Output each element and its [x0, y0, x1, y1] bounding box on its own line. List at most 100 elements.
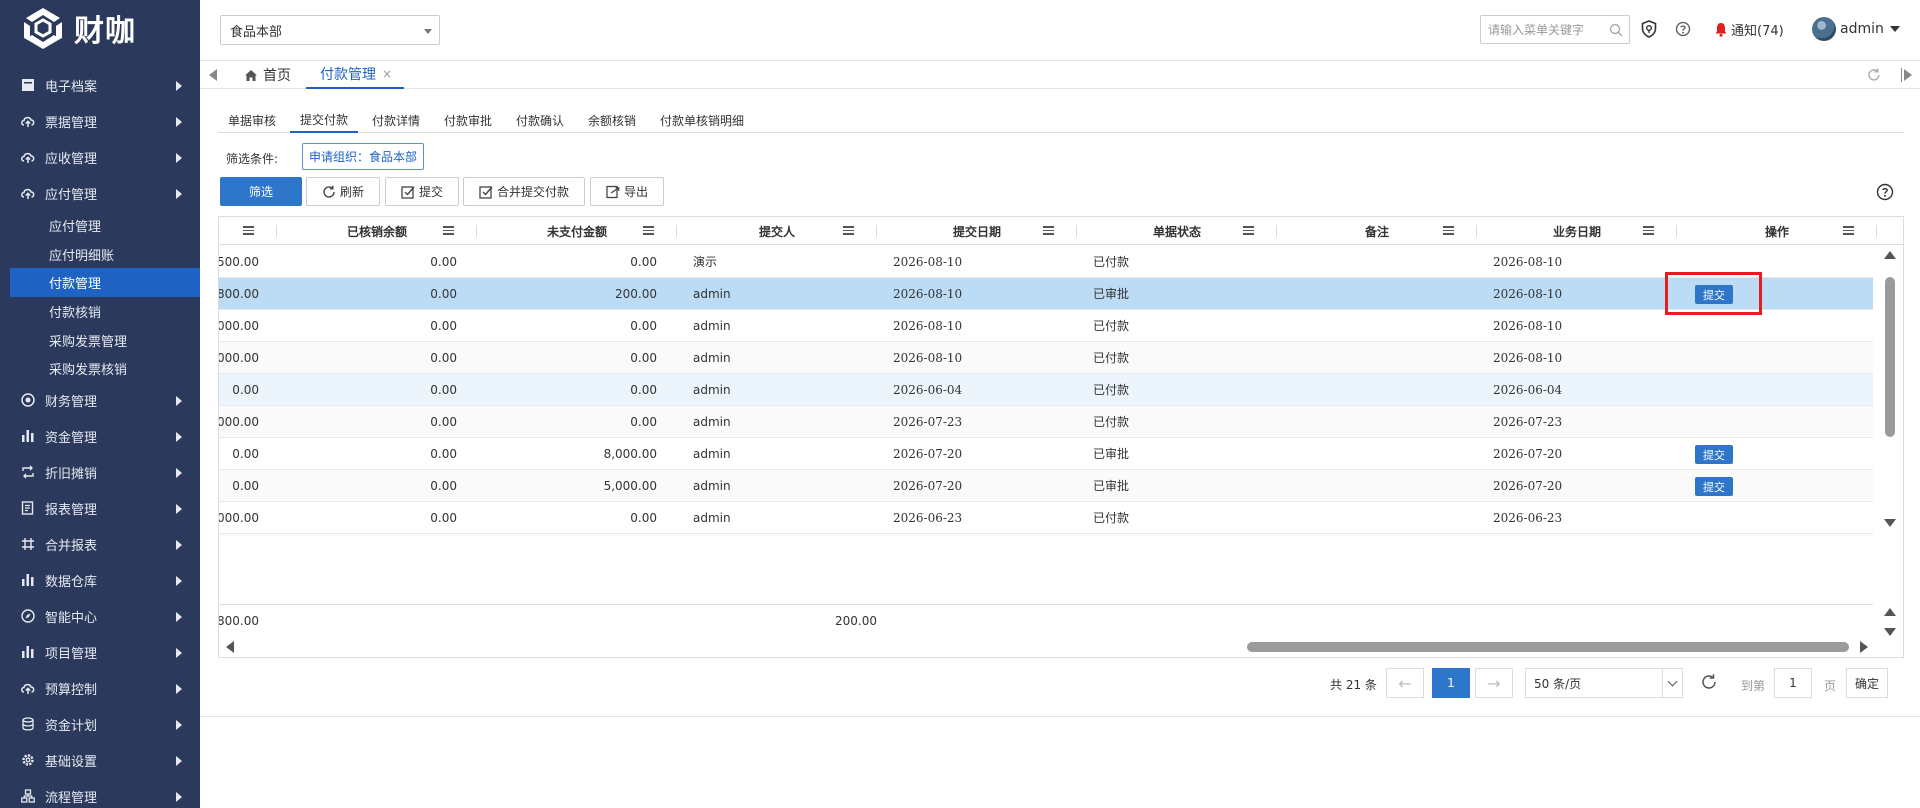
footer-scroll-down-icon[interactable] [1884, 628, 1896, 636]
scroll-down-icon[interactable] [1884, 519, 1896, 527]
sidebar-group-item[interactable]: 资金计划 [0, 706, 200, 742]
table-row[interactable]: 800.00 0.00 200.00 admin 2026-08-10 已审批 2026-0… [219, 278, 1873, 310]
sidebar-group-item[interactable]: 应付管理 [0, 175, 200, 211]
sidebar-group-item[interactable]: 报表管理 [0, 490, 200, 526]
tab-scroll-right-icon[interactable] [1901, 68, 1912, 82]
column-menu-icon[interactable] [243, 226, 254, 235]
table-row[interactable]: 0.00 0.00 0.00 admin 2026-06-04 已付款 2026-06-04 [219, 374, 1873, 406]
table-cell: admin [693, 382, 731, 397]
help-circle-icon[interactable] [1876, 183, 1894, 201]
table-cell: 2026-08-10 [1493, 350, 1563, 365]
notice-link[interactable]: 通知(74) [1714, 20, 1784, 39]
table-cell: 500.00 [219, 254, 259, 269]
search-icon[interactable] [1609, 23, 1623, 37]
tab-scroll-left-icon[interactable] [209, 69, 217, 81]
sidebar-group-label: 折旧摊销 [45, 466, 98, 482]
scroll-left-icon[interactable] [226, 641, 234, 653]
sidebar-group-item[interactable]: 流程管理 [0, 778, 200, 808]
sidebar-sub-item[interactable]: 应付管理 [10, 211, 200, 240]
reload-icon[interactable] [1700, 673, 1718, 691]
caret-down-icon [1889, 26, 1900, 32]
sidebar-group-item[interactable]: 项目管理 [0, 634, 200, 670]
table-row[interactable]: 0.00 0.00 8,000.00 admin 2026-07-20 已审批 2026-0… [219, 438, 1873, 470]
horizontal-scrollbar[interactable] [219, 636, 1903, 657]
sidebar-sub-item[interactable]: 采购发票管理 [10, 326, 200, 355]
sub-tab[interactable]: 付款审批 [434, 108, 502, 132]
table-row[interactable]: 1,000.00 0.00 0.00 admin 2026-06-04 已付款 2026-0… [219, 534, 1873, 536]
scroll-up-icon[interactable] [1884, 251, 1896, 259]
goto-page-input[interactable]: 1 [1774, 668, 1812, 698]
sidebar-group-item[interactable]: 智能中心 [0, 598, 200, 634]
column-menu-icon[interactable] [843, 226, 854, 235]
row-submit-button[interactable]: 提交 [1695, 285, 1733, 304]
org-select[interactable]: 食品本部 [220, 15, 440, 45]
tab-home[interactable]: 首页 [244, 61, 291, 89]
table-row[interactable]: 1,000.00 0.00 0.00 admin 2026-08-10 已付款 2026-0… [219, 310, 1873, 342]
next-page-button[interactable]: → [1475, 668, 1513, 698]
table-row[interactable]: 500.00 0.00 0.00 演示 2026-08-10 已付款 2026-08-10 [219, 246, 1873, 278]
filter-button[interactable]: 筛选 [220, 177, 302, 206]
menu-search[interactable] [1480, 15, 1630, 44]
caret-right-icon [176, 756, 182, 766]
vertical-scrollbar[interactable] [1875, 247, 1903, 533]
sidebar-group-item[interactable]: 折旧摊销 [0, 454, 200, 490]
scroll-right-icon[interactable] [1860, 641, 1868, 653]
table-row[interactable]: 0.00 0.00 5,000.00 admin 2026-07-20 已审批 2026-0… [219, 470, 1873, 502]
sidebar-group-item[interactable]: 数据仓库 [0, 562, 200, 598]
row-submit-button[interactable]: 提交 [1695, 445, 1733, 464]
export-button[interactable]: 导出 [590, 177, 664, 206]
tab-payment-management[interactable]: 付款管理 × [306, 61, 404, 89]
column-menu-icon[interactable] [1443, 226, 1454, 235]
horizontal-scroll-thumb[interactable] [1247, 642, 1849, 652]
help-circle-icon[interactable] [1674, 20, 1692, 38]
sidebar-group-item[interactable]: 电子档案 [0, 67, 200, 103]
table-row[interactable]: 1,000.00 0.00 0.00 admin 2026-06-23 已付款 2026-0… [219, 502, 1873, 534]
column-menu-icon[interactable] [1243, 226, 1254, 235]
refresh-button[interactable]: 刷新 [306, 177, 380, 206]
table-cell: admin [693, 414, 731, 429]
sidebar-group-item[interactable]: 合并报表 [0, 526, 200, 562]
divider [200, 716, 1920, 717]
table-row[interactable]: 1,000.00 0.00 0.00 admin 2026-07-23 已付款 2026-0… [219, 406, 1873, 438]
page-size-select[interactable]: 50 条/页 [1525, 668, 1683, 698]
row-submit-button[interactable]: 提交 [1695, 477, 1733, 496]
table-cell: 8,000.00 [603, 446, 657, 461]
sidebar-group-item[interactable]: 票据管理 [0, 103, 200, 139]
sidebar-sub-item[interactable]: 采购发票核销 [10, 354, 200, 383]
sidebar-group-label: 基础设置 [45, 754, 98, 770]
sidebar-sub-item[interactable]: 应付明细账 [10, 240, 200, 269]
sidebar-group-item[interactable]: 财务管理 [0, 382, 200, 418]
sidebar-sub-item[interactable]: 付款核销 [10, 297, 200, 326]
sub-tab[interactable]: 付款确认 [506, 108, 574, 132]
goto-confirm-button[interactable]: 确定 [1846, 668, 1888, 698]
vertical-scroll-thumb[interactable] [1885, 277, 1895, 437]
sub-tab[interactable]: 单据审核 [218, 108, 286, 132]
column-menu-icon[interactable] [643, 226, 654, 235]
column-menu-icon[interactable] [443, 226, 454, 235]
close-icon[interactable]: × [382, 67, 392, 81]
sidebar-group-item[interactable]: 资金管理 [0, 418, 200, 454]
menu-search-input[interactable] [1488, 22, 1606, 37]
sub-tab[interactable]: 付款单核销明细 [650, 108, 754, 132]
refresh-icon[interactable] [1866, 67, 1882, 83]
column-menu-icon[interactable] [1643, 226, 1654, 235]
prev-page-button[interactable]: ← [1386, 668, 1424, 698]
sidebar-group-item[interactable]: 应收管理 [0, 139, 200, 175]
table-row[interactable]: 1,000.00 0.00 0.00 admin 2026-08-10 已付款 2026-0… [219, 342, 1873, 374]
submit-label: 提交 [418, 185, 443, 199]
column-menu-icon[interactable] [1043, 226, 1054, 235]
submit-button[interactable]: 提交 [385, 177, 459, 206]
filter-chip[interactable]: 申请组织：食品本部 [302, 143, 425, 170]
sub-tab[interactable]: 余额核销 [578, 108, 646, 132]
sidebar-sub-item[interactable]: 付款管理 [10, 268, 200, 297]
sub-tab[interactable]: 付款详情 [362, 108, 430, 132]
merge-submit-button[interactable]: 合并提交付款 [463, 177, 585, 206]
column-menu-icon[interactable] [1843, 226, 1854, 235]
current-page-button[interactable]: 1 [1432, 668, 1470, 698]
user-menu[interactable]: admin [1812, 17, 1900, 41]
shield-icon[interactable] [1640, 20, 1658, 38]
sub-tab[interactable]: 提交付款 [290, 108, 359, 133]
sidebar-group-item[interactable]: 基础设置 [0, 742, 200, 778]
footer-scroll-up-icon[interactable] [1884, 608, 1896, 616]
sidebar-group-item[interactable]: 预算控制 [0, 670, 200, 706]
